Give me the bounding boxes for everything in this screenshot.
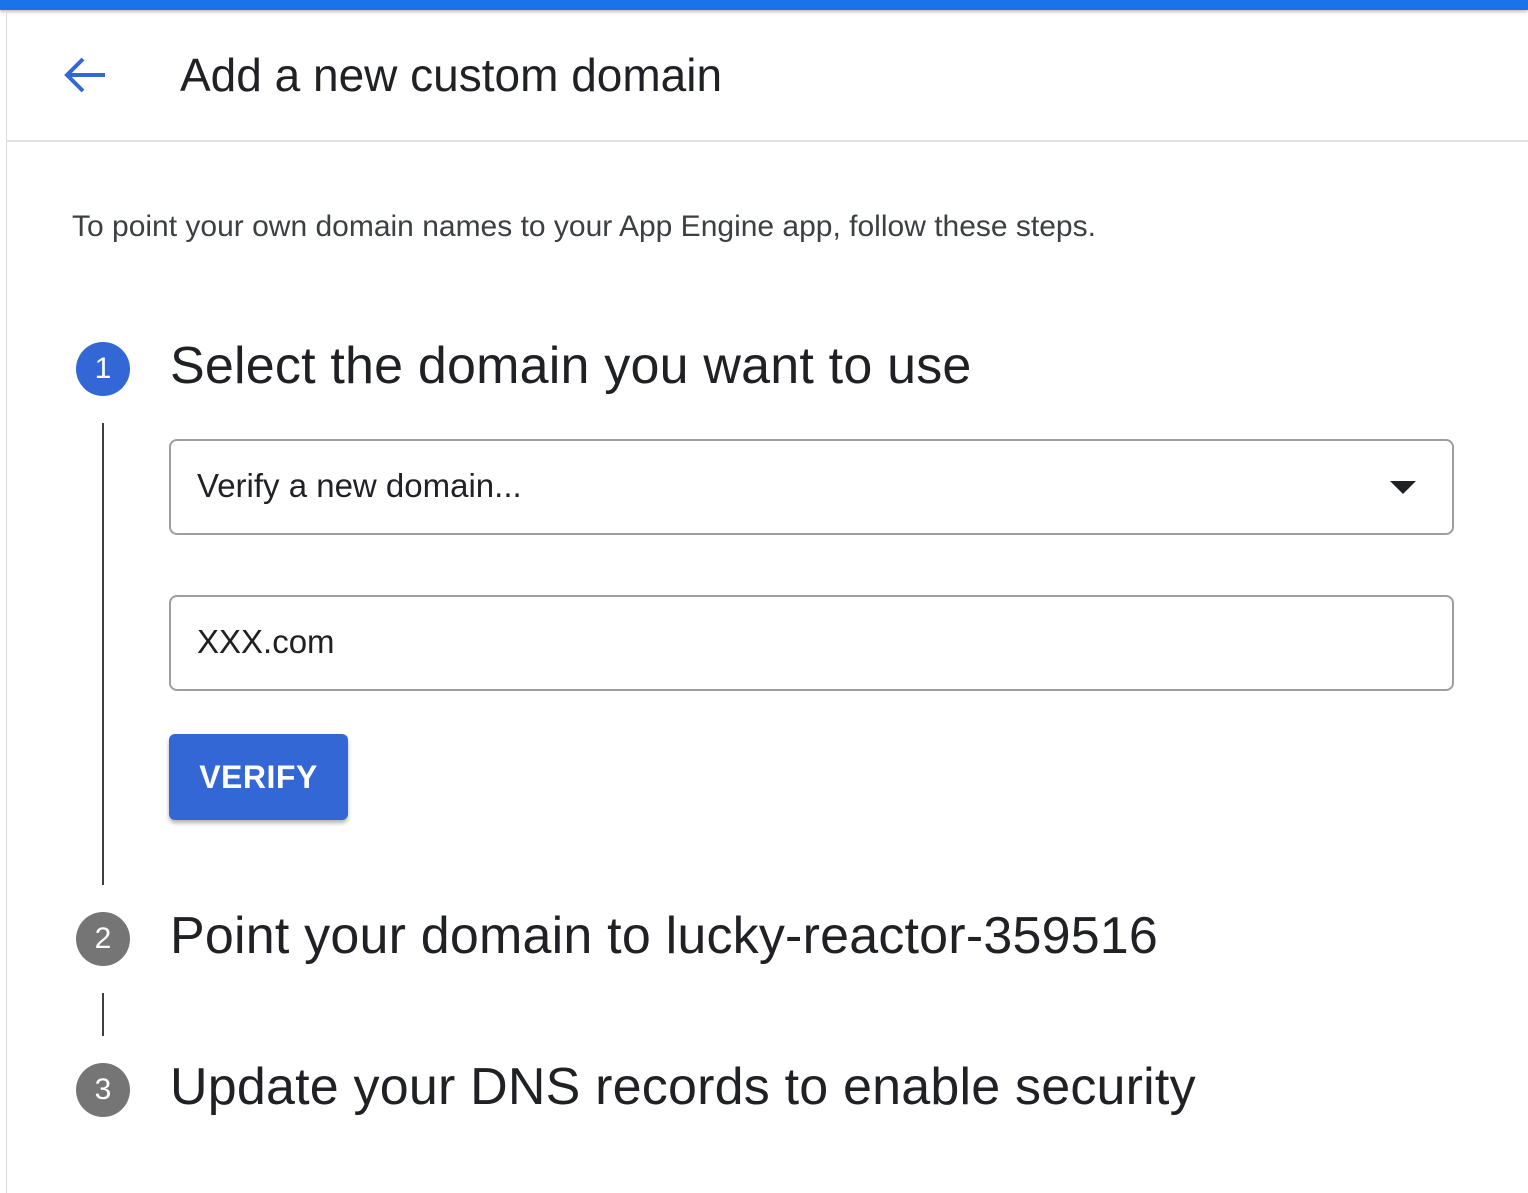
step-2-title: Point your domain to lucky-reactor-35951…	[170, 907, 1159, 965]
left-divider	[6, 10, 7, 1193]
step-1-title: Select the domain you want to use	[170, 337, 972, 395]
page-title: Add a new custom domain	[180, 49, 723, 101]
step-connector-1	[102, 423, 104, 885]
domain-input-value: XXX.com	[197, 623, 335, 660]
step-connector-2	[102, 993, 104, 1036]
page-header: Add a new custom domain	[7, 10, 1528, 142]
domain-select[interactable]: Verify a new domain...	[169, 439, 1454, 535]
verify-button[interactable]: VERIFY	[169, 734, 348, 820]
intro-text: To point your own domain names to your A…	[72, 210, 1096, 243]
arrow-back-icon	[64, 57, 105, 93]
dropdown-caret-icon	[1390, 481, 1416, 494]
top-accent-bar	[0, 0, 1528, 10]
domain-select-value: Verify a new domain...	[197, 467, 522, 504]
step-3-number: 3	[76, 1063, 130, 1117]
step-2-number: 2	[76, 912, 130, 966]
step-3-title: Update your DNS records to enable securi…	[170, 1058, 1196, 1116]
step-1-number: 1	[76, 342, 130, 396]
domain-input[interactable]: XXX.com	[169, 595, 1454, 691]
back-button[interactable]	[57, 50, 111, 100]
